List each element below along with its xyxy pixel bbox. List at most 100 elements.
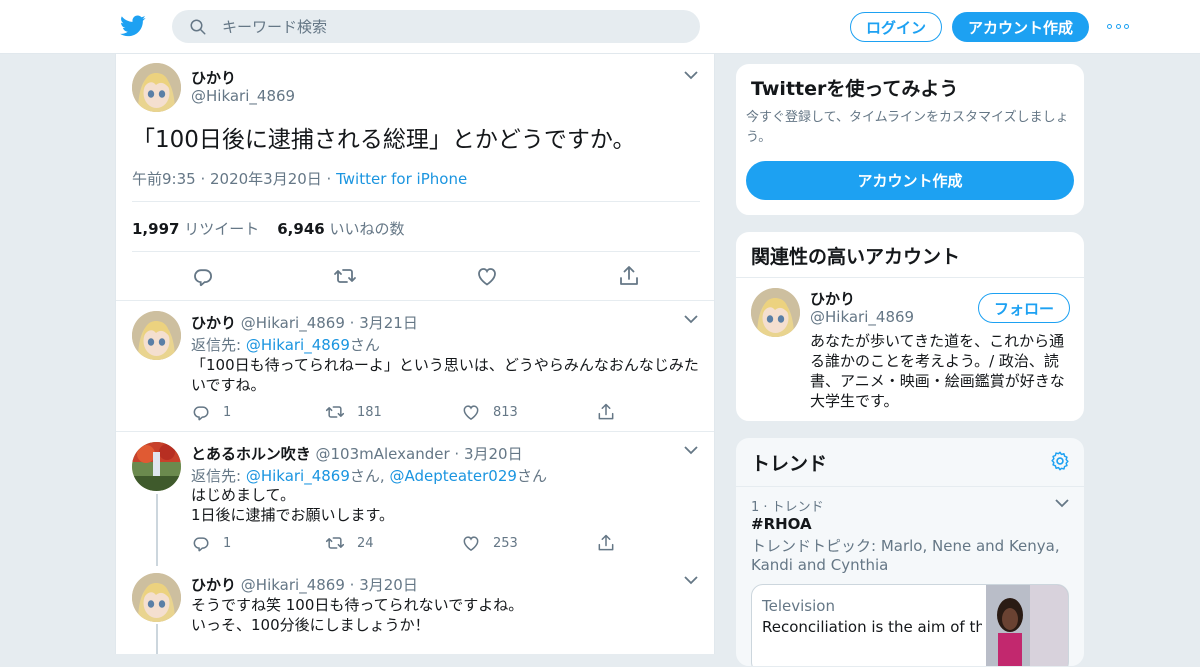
divider	[736, 486, 1084, 487]
retweet-count: 1,997	[132, 220, 180, 238]
reply-action[interactable]: 1	[191, 533, 231, 553]
user-handle[interactable]: @Hikari_4869	[191, 87, 295, 105]
reply-text-line: いっそ、100分後にしましょうか！	[191, 616, 430, 634]
user-handle[interactable]: @Hikari_4869	[241, 576, 345, 594]
heart-icon	[461, 402, 481, 422]
chevron-down-icon[interactable]	[684, 71, 698, 80]
chevron-down-icon[interactable]	[684, 446, 698, 455]
user-name[interactable]: とあるホルン吹き	[191, 445, 311, 463]
thread-line	[156, 624, 158, 654]
share-action[interactable]	[596, 402, 628, 422]
like-action[interactable]: 813	[461, 402, 518, 422]
reply-prefix: 返信先:	[191, 467, 246, 485]
user-name[interactable]: ひかり	[191, 314, 236, 332]
retweet-icon	[325, 402, 345, 422]
reply-header: ひかり @Hikari_4869 · 3月21日	[191, 312, 418, 333]
reply-count: 1	[223, 535, 232, 551]
tweet-text: 「100日後に逮捕される総理」とかどうですか。	[132, 127, 636, 153]
reply-count: 1	[223, 404, 232, 420]
avatar[interactable]	[132, 573, 181, 622]
heart-icon[interactable]	[475, 264, 499, 288]
twitter-bird-icon[interactable]	[119, 13, 147, 39]
search-input[interactable]	[222, 10, 682, 43]
reply-icon	[191, 533, 211, 553]
tweet-time[interactable]: 午前9:35 · 2020年3月20日 ·	[132, 170, 336, 188]
reply-icon	[191, 402, 211, 422]
signup-button[interactable]: アカウント作成	[952, 12, 1089, 42]
signup-card-title: Twitterを使ってみよう	[751, 78, 959, 100]
thread-line	[156, 494, 158, 566]
like-stat[interactable]: 6,946 いいねの数	[277, 220, 404, 238]
top-bar: ログイン アカウント作成	[0, 0, 1200, 54]
trend-news-card[interactable]: Television Reconciliation is the aim of …	[751, 584, 1069, 666]
gear-icon[interactable]	[1049, 450, 1071, 472]
like-label: いいねの数	[329, 220, 405, 238]
reply-icon[interactable]	[191, 264, 215, 288]
retweet-icon	[325, 533, 345, 553]
retweet-count: 24	[357, 535, 374, 551]
related-accounts-card: 関連性の高いアカウント ひかり @Hikari_4869 フォロー あなたが歩い…	[735, 231, 1085, 422]
search-bar[interactable]	[172, 10, 700, 43]
reply-mid: さん,	[349, 467, 390, 485]
signup-card-desc: 今すぐ登録して、タイムラインをカスタマイズしましょう。	[746, 110, 1069, 145]
tweet-stats: 1,997 リツイート 6,946 いいねの数	[132, 218, 405, 239]
retweet-count: 181	[357, 404, 382, 420]
more-icon[interactable]	[1107, 23, 1129, 31]
user-handle[interactable]: @Hikari_4869	[810, 308, 914, 326]
signup-card: Twitterを使ってみよう 今すぐ登録して、タイムラインをカスタマイズしましょ…	[735, 63, 1085, 216]
reply-to: 返信先: @Hikari_4869さん	[191, 334, 380, 355]
user-name[interactable]: ひかり	[191, 576, 236, 594]
avatar[interactable]	[132, 311, 181, 360]
share-action[interactable]	[596, 533, 628, 553]
chevron-down-icon[interactable]	[684, 576, 698, 585]
chevron-down-icon[interactable]	[1055, 499, 1069, 508]
reply-date[interactable]: · 3月21日	[350, 314, 418, 332]
divider	[736, 277, 1084, 278]
user-name[interactable]: ひかり	[191, 67, 236, 88]
reply-text-line: そうですね笑 100日も待ってられないですよね。	[191, 596, 524, 614]
mention-link[interactable]: @Hikari_4869	[246, 336, 350, 354]
tweet-source[interactable]: Twitter for iPhone	[336, 170, 467, 188]
user-handle[interactable]: @103mAlexander	[315, 445, 449, 463]
reply-date[interactable]: · 3月20日	[350, 576, 418, 594]
reply-prefix: 返信先:	[191, 336, 246, 354]
like-count: 813	[493, 404, 518, 420]
action-bar: 1 181 813	[191, 402, 631, 422]
news-headline: Reconciliation is the aim of the	[762, 618, 982, 636]
signup-card-button[interactable]: アカウント作成	[746, 161, 1074, 200]
retweet-stat[interactable]: 1,997 リツイート	[132, 220, 259, 238]
reply-to: 返信先: @Hikari_4869さん, @Adepteater029さん	[191, 465, 547, 486]
reply-header: とあるホルン吹き @103mAlexander · 3月20日	[191, 443, 523, 464]
avatar[interactable]	[132, 442, 181, 491]
mention-link[interactable]: @Adepteater029	[389, 467, 516, 485]
reply-text: 「100日も待ってられねーよ」という思いは、どうやらみんなおんなじみたいですね。	[191, 356, 699, 394]
follow-button[interactable]: フォロー	[978, 293, 1070, 323]
trend-tag[interactable]: #RHOA	[751, 515, 812, 533]
retweet-icon[interactable]	[333, 264, 357, 288]
share-icon	[596, 402, 616, 422]
reply-text-line: 1日後に逮捕でお願いします。	[191, 506, 395, 524]
action-bar: 1 24 253	[191, 533, 631, 553]
like-count: 6,946	[277, 220, 325, 238]
divider	[132, 201, 700, 202]
user-name[interactable]: ひかり	[810, 288, 855, 309]
reply-header: ひかり @Hikari_4869 · 3月20日	[191, 574, 418, 595]
login-button[interactable]: ログイン	[850, 12, 942, 42]
chevron-down-icon[interactable]	[684, 315, 698, 324]
retweet-action[interactable]: 24	[325, 533, 374, 553]
trends-title: トレンド	[751, 453, 828, 475]
trend-topic: トレンドトピック: Marlo, Nene and Kenya, Kandi a…	[751, 537, 1060, 574]
avatar[interactable]	[132, 63, 181, 112]
divider	[116, 431, 714, 432]
reply-action[interactable]: 1	[191, 402, 231, 422]
user-handle[interactable]: @Hikari_4869	[241, 314, 345, 332]
like-action[interactable]: 253	[461, 533, 518, 553]
reply-date[interactable]: · 3月20日	[454, 445, 522, 463]
share-icon[interactable]	[617, 264, 641, 288]
avatar[interactable]	[751, 288, 800, 337]
retweet-action[interactable]: 181	[325, 402, 382, 422]
mention-link[interactable]: @Hikari_4869	[246, 467, 350, 485]
retweet-label: リツイート	[184, 220, 260, 238]
trends-card: トレンド 1 · トレンド #RHOA トレンドトピック: Marlo, Nen…	[735, 437, 1085, 667]
share-icon	[596, 533, 616, 553]
